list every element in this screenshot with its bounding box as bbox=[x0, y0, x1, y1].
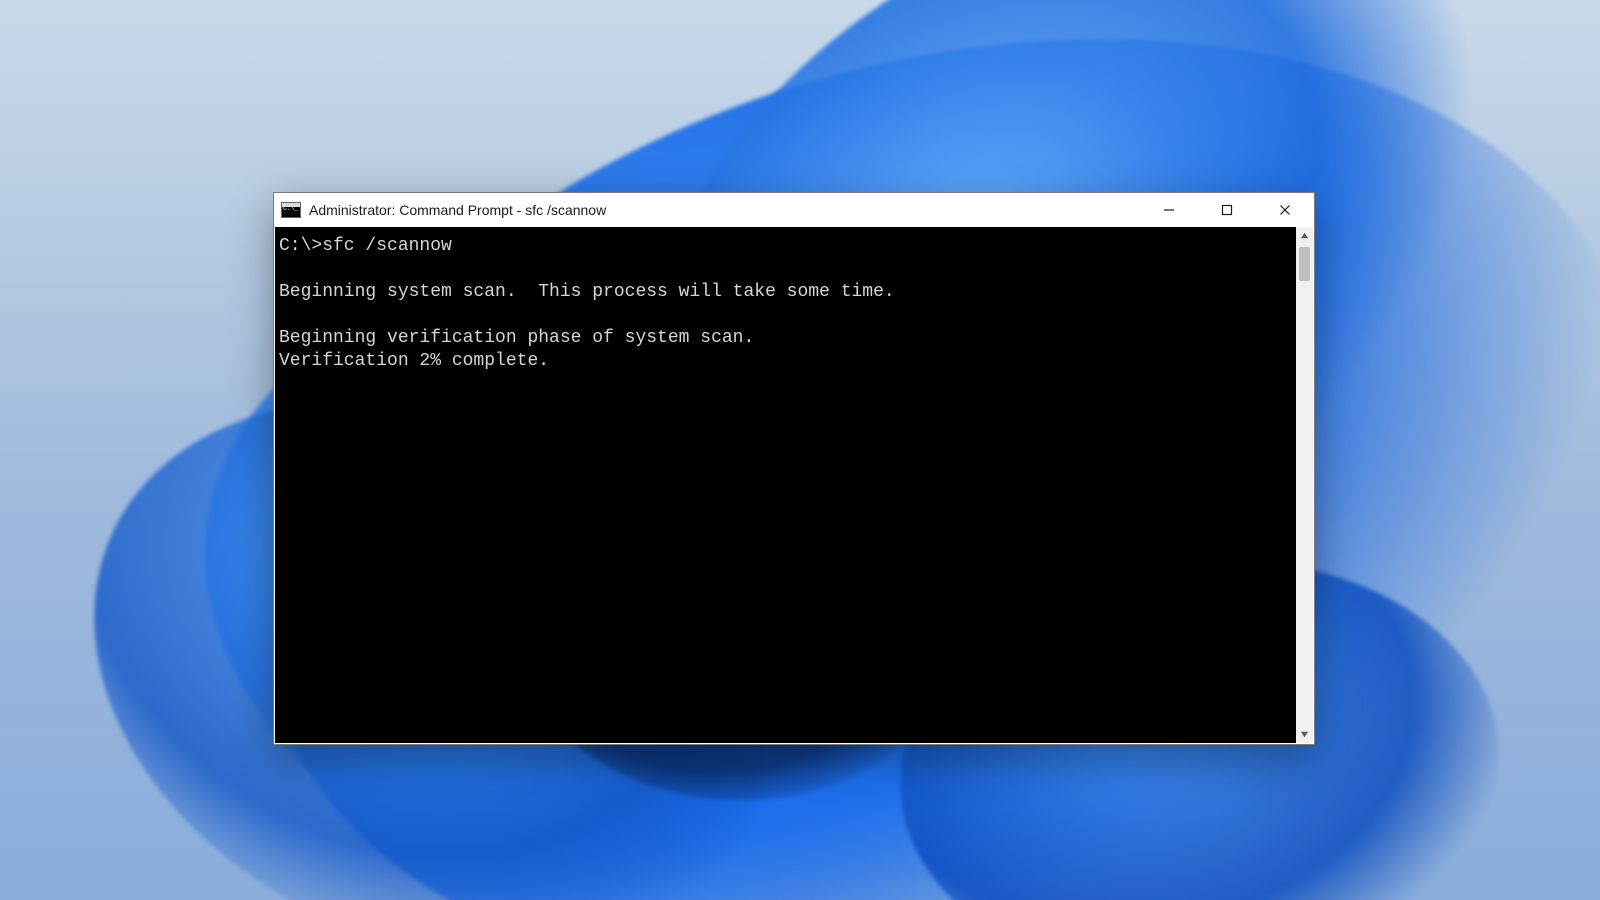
scrollbar-thumb[interactable] bbox=[1299, 247, 1310, 281]
terminal-output-area[interactable]: C:\>sfc /scannow Beginning system scan. … bbox=[275, 227, 1296, 743]
maximize-icon bbox=[1221, 204, 1233, 216]
close-button[interactable] bbox=[1256, 193, 1314, 226]
titlebar[interactable]: Administrator: Command Prompt - sfc /sca… bbox=[274, 193, 1314, 226]
window-title: Administrator: Command Prompt - sfc /sca… bbox=[309, 202, 1140, 218]
maximize-button[interactable] bbox=[1198, 193, 1256, 226]
minimize-icon bbox=[1163, 204, 1175, 216]
command-prompt-window[interactable]: Administrator: Command Prompt - sfc /sca… bbox=[273, 192, 1315, 745]
cmd-icon bbox=[281, 202, 301, 218]
close-icon bbox=[1279, 204, 1291, 216]
window-client-area: C:\>sfc /scannow Beginning system scan. … bbox=[275, 227, 1313, 743]
scroll-down-button[interactable] bbox=[1296, 726, 1313, 743]
desktop-background: Administrator: Command Prompt - sfc /sca… bbox=[0, 0, 1600, 900]
vertical-scrollbar[interactable] bbox=[1296, 227, 1313, 743]
scroll-up-button[interactable] bbox=[1296, 227, 1313, 244]
chevron-down-icon bbox=[1300, 726, 1309, 744]
terminal-output: C:\>sfc /scannow Beginning system scan. … bbox=[279, 235, 1292, 373]
caption-buttons bbox=[1140, 193, 1314, 226]
minimize-button[interactable] bbox=[1140, 193, 1198, 226]
chevron-up-icon bbox=[1300, 227, 1309, 245]
